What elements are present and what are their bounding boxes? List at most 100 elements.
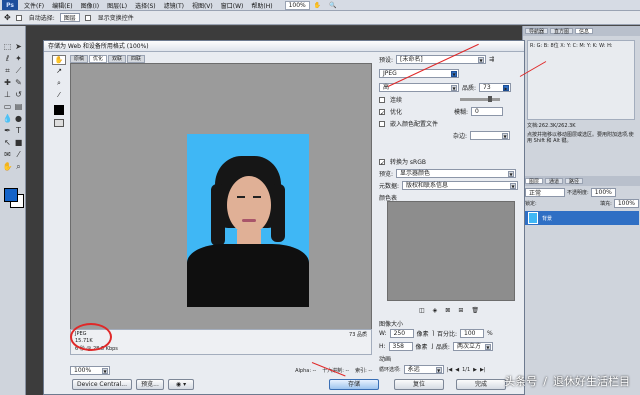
slice-tool-icon[interactable]: ⟋ bbox=[13, 66, 24, 76]
zoom-tool-icon[interactable]: ⌕ bbox=[13, 162, 24, 172]
opacity-input[interactable]: 100% bbox=[590, 188, 616, 197]
preview-button[interactable]: 预览... bbox=[136, 379, 164, 390]
auto-select-dropdown[interactable]: 图层 bbox=[59, 13, 80, 22]
menu-window[interactable]: 窗口(W) bbox=[217, 1, 248, 10]
preset-dropdown[interactable]: [未命名] ▼ bbox=[396, 55, 487, 64]
zoom-tool-icon[interactable]: 🔍 bbox=[325, 2, 340, 9]
next-frame-icon[interactable]: ▶ bbox=[473, 367, 477, 373]
stamp-tool-icon[interactable]: ⊥ bbox=[2, 90, 13, 100]
convert-srgb-checkbox[interactable]: ✓ bbox=[379, 158, 385, 167]
preview-dropdown[interactable]: 显示器颜色 ▼ bbox=[396, 169, 517, 178]
width-input[interactable]: 250 bbox=[389, 329, 414, 338]
slice-select-icon[interactable]: ↗ bbox=[52, 67, 66, 77]
pen-tool-icon[interactable]: ✒ bbox=[2, 126, 13, 136]
marquee-tool-icon[interactable]: ⬚ bbox=[2, 42, 13, 52]
progressive-checkbox[interactable] bbox=[379, 96, 385, 103]
history-brush-icon[interactable]: ↺ bbox=[13, 90, 24, 100]
info-panel-tabs: 导航器 直方图 信息 bbox=[523, 26, 640, 36]
toggle-slices-icon[interactable] bbox=[54, 119, 64, 127]
new-color-icon[interactable]: ⊞ bbox=[458, 307, 463, 314]
blend-mode-dropdown[interactable]: 正常 bbox=[525, 188, 565, 197]
dodge-tool-icon[interactable]: ● bbox=[13, 114, 24, 124]
zoom-dropdown[interactable]: 100% ▼ bbox=[70, 366, 110, 375]
hand-tool-icon[interactable]: ✋ bbox=[2, 162, 13, 172]
auto-select-checkbox[interactable] bbox=[15, 14, 22, 21]
menu-bar: Ps 文件(F) 编辑(E) 图像(I) 图层(L) 选择(S) 滤镜(T) 视… bbox=[0, 0, 640, 11]
menu-filter[interactable]: 滤镜(T) bbox=[160, 1, 188, 10]
menu-layer[interactable]: 图层(L) bbox=[103, 1, 131, 10]
last-frame-icon[interactable]: ▶| bbox=[480, 367, 486, 373]
tab-layers[interactable]: 图层 bbox=[525, 178, 544, 185]
tab-paths[interactable]: 路径 bbox=[565, 178, 584, 185]
delete-color-icon[interactable]: 🗑 bbox=[471, 307, 479, 314]
tab-navigator[interactable]: 导航器 bbox=[525, 28, 549, 35]
brush-tool-icon[interactable]: ✎ bbox=[13, 78, 24, 88]
path-select-icon[interactable]: ↖ bbox=[2, 138, 13, 148]
percent-input[interactable]: 100 bbox=[460, 329, 484, 338]
optimized-checkbox[interactable]: ✓ bbox=[379, 108, 385, 117]
lasso-tool-icon[interactable]: ℓ bbox=[2, 54, 13, 64]
blur-input[interactable]: 0 bbox=[471, 107, 504, 116]
metadata-dropdown[interactable]: 版权和联系信息 ▼ bbox=[402, 181, 519, 190]
move-tool-icon[interactable]: ➤ bbox=[13, 42, 24, 52]
reset-button[interactable]: 复位 bbox=[394, 379, 444, 390]
zoom-tool-icon[interactable]: ⌕ bbox=[52, 79, 66, 89]
quality-slider[interactable] bbox=[460, 96, 501, 102]
layer-row-background[interactable]: 背景 bbox=[525, 211, 639, 225]
loop-dropdown[interactable]: 永远 ▼ bbox=[403, 365, 444, 374]
eyedropper-icon[interactable]: ⁄ bbox=[13, 150, 24, 160]
first-frame-icon[interactable]: |◀ bbox=[447, 367, 453, 373]
zoom-level[interactable]: 100% bbox=[284, 0, 310, 10]
healing-brush-icon[interactable]: ✚ bbox=[2, 78, 13, 88]
type-tool-icon[interactable]: T bbox=[13, 126, 24, 136]
map-transparent-icon[interactable]: ◫ bbox=[419, 307, 425, 314]
menu-select[interactable]: 选择(S) bbox=[131, 1, 160, 10]
done-button[interactable]: 完成 bbox=[456, 379, 506, 390]
quality-input[interactable]: 73 ▶ bbox=[479, 83, 512, 92]
save-button[interactable]: 存储 bbox=[329, 379, 379, 390]
move-tool-icon[interactable]: ✥ bbox=[4, 13, 11, 22]
preview-area[interactable] bbox=[70, 63, 372, 343]
preset-menu-icon[interactable]: ⇶ bbox=[489, 56, 494, 63]
hand-tool-icon[interactable]: ✋ bbox=[310, 2, 325, 9]
crop-tool-icon[interactable]: ⌗ bbox=[2, 66, 13, 76]
height-input[interactable]: 358 bbox=[388, 342, 413, 351]
notes-tool-icon[interactable]: ✉ bbox=[2, 150, 13, 160]
tab-channels[interactable]: 通道 bbox=[545, 178, 564, 185]
eraser-tool-icon[interactable]: ▭ bbox=[2, 102, 13, 112]
resample-dropdown[interactable]: 两次立方 ▼ bbox=[452, 342, 493, 351]
quality-label: 品质: bbox=[462, 85, 477, 92]
chevron-down-icon: ▼ bbox=[102, 368, 108, 374]
device-central-button[interactable]: Device Central... bbox=[72, 379, 132, 390]
foreground-color-swatch[interactable] bbox=[4, 188, 18, 202]
tab-histogram[interactable]: 直方图 bbox=[550, 28, 574, 35]
eyedropper-color-swatch[interactable] bbox=[54, 105, 64, 115]
menu-image[interactable]: 图像(I) bbox=[77, 1, 103, 10]
web-shift-icon[interactable]: ◈ bbox=[433, 307, 438, 314]
tab-optimized[interactable]: 优化 bbox=[89, 55, 108, 63]
fill-input[interactable]: 100% bbox=[613, 199, 639, 208]
color-table[interactable] bbox=[387, 201, 515, 301]
blur-tool-icon[interactable]: 💧 bbox=[2, 114, 13, 124]
prev-frame-icon[interactable]: ◀ bbox=[455, 367, 459, 373]
menu-edit[interactable]: 编辑(E) bbox=[48, 1, 76, 10]
embed-profile-checkbox[interactable] bbox=[379, 120, 385, 127]
gradient-tool-icon[interactable]: ▤ bbox=[13, 102, 24, 112]
browser-select-button[interactable]: ◉ ▾ bbox=[168, 379, 194, 390]
show-transform-checkbox[interactable] bbox=[84, 14, 91, 21]
lock-color-icon[interactable]: ⊠ bbox=[445, 307, 450, 314]
preset-label: 预设: bbox=[379, 57, 394, 64]
menu-file[interactable]: 文件(F) bbox=[20, 1, 48, 10]
menu-view[interactable]: 视图(V) bbox=[188, 1, 217, 10]
image-size-label: 图像大小 bbox=[379, 321, 404, 328]
shape-tool-icon[interactable]: ■ bbox=[13, 138, 24, 148]
eyedropper-icon[interactable]: ⁄ bbox=[52, 91, 66, 101]
magic-wand-icon[interactable]: ✦ bbox=[13, 54, 24, 64]
tab-original[interactable]: 原稿 bbox=[70, 55, 89, 63]
matte-dropdown[interactable]: ▼ bbox=[470, 131, 511, 140]
menu-help[interactable]: 帮助(H) bbox=[247, 1, 276, 10]
tab-2up[interactable]: 双联 bbox=[108, 55, 127, 63]
tab-4up[interactable]: 四联 bbox=[127, 55, 146, 63]
hand-tool-icon[interactable]: ✋ bbox=[52, 55, 66, 65]
tab-info[interactable]: 信息 bbox=[575, 28, 594, 35]
